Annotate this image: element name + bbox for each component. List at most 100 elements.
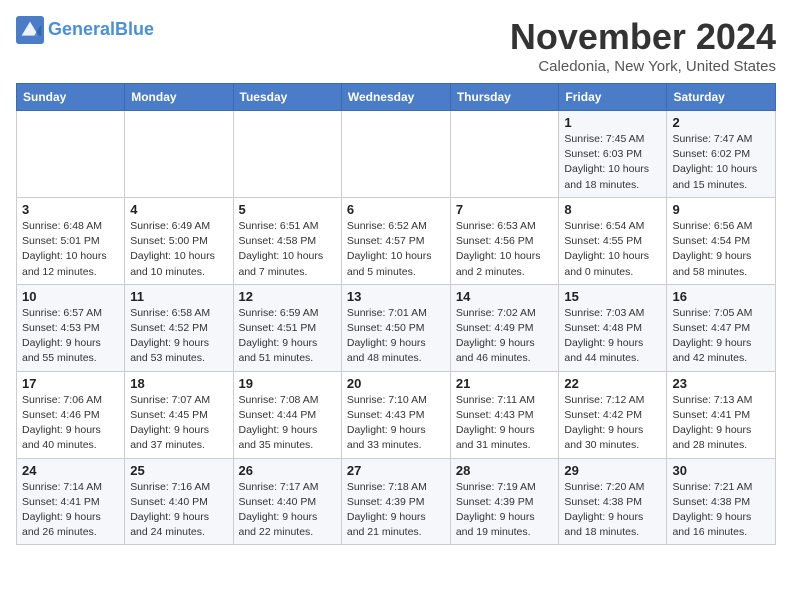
day-info: Sunrise: 6:51 AM Sunset: 4:58 PM Dayligh… bbox=[239, 219, 336, 280]
day-info: Sunrise: 7:13 AM Sunset: 4:41 PM Dayligh… bbox=[672, 393, 770, 454]
calendar-cell bbox=[125, 111, 233, 198]
day-info: Sunrise: 7:02 AM Sunset: 4:49 PM Dayligh… bbox=[456, 306, 554, 367]
day-number: 4 bbox=[130, 202, 227, 217]
day-info: Sunrise: 6:52 AM Sunset: 4:57 PM Dayligh… bbox=[347, 219, 445, 280]
calendar-cell: 25 Sunrise: 7:16 AM Sunset: 4:40 PM Dayli… bbox=[125, 458, 233, 545]
day-number: 1 bbox=[564, 115, 661, 130]
day-info: Sunrise: 7:20 AM Sunset: 4:38 PM Dayligh… bbox=[564, 480, 661, 541]
day-info: Sunrise: 7:05 AM Sunset: 4:47 PM Dayligh… bbox=[672, 306, 770, 367]
calendar-cell: 4 Sunrise: 6:49 AM Sunset: 5:00 PM Daylig… bbox=[125, 197, 233, 284]
calendar-week-row: 1 Sunrise: 7:45 AM Sunset: 6:03 PM Daylig… bbox=[17, 111, 776, 198]
day-number: 3 bbox=[22, 202, 119, 217]
calendar-header: SundayMondayTuesdayWednesdayThursdayFrid… bbox=[17, 84, 776, 111]
calendar-cell: 5Sunrise: 6:51 AM Sunset: 4:58 PM Daylig… bbox=[233, 197, 341, 284]
logo-icon bbox=[16, 16, 44, 44]
weekday-header-row: SundayMondayTuesdayWednesdayThursdayFrid… bbox=[17, 84, 776, 111]
day-number: 23 bbox=[672, 376, 770, 391]
weekday-header-friday: Friday bbox=[559, 84, 667, 111]
day-number: 13 bbox=[347, 289, 445, 304]
calendar-cell: 6 Sunrise: 6:52 AM Sunset: 4:57 PM Daylig… bbox=[341, 197, 450, 284]
day-number: 21 bbox=[456, 376, 554, 391]
calendar-cell: 1 Sunrise: 7:45 AM Sunset: 6:03 PM Daylig… bbox=[559, 111, 667, 198]
day-info: Sunrise: 7:07 AM Sunset: 4:45 PM Dayligh… bbox=[130, 393, 227, 454]
day-number: 27 bbox=[347, 463, 445, 478]
calendar-table: SundayMondayTuesdayWednesdayThursdayFrid… bbox=[16, 83, 776, 545]
day-number: 16 bbox=[672, 289, 770, 304]
day-info: Sunrise: 7:47 AM Sunset: 6:02 PM Dayligh… bbox=[672, 132, 770, 193]
day-info: Sunrise: 6:56 AM Sunset: 4:54 PM Dayligh… bbox=[672, 219, 770, 280]
day-info: Sunrise: 6:58 AM Sunset: 4:52 PM Dayligh… bbox=[130, 306, 227, 367]
weekday-header-sunday: Sunday bbox=[17, 84, 125, 111]
calendar-cell bbox=[17, 111, 125, 198]
calendar-cell bbox=[233, 111, 341, 198]
day-number: 30 bbox=[672, 463, 770, 478]
calendar-cell bbox=[450, 111, 559, 198]
day-info: Sunrise: 7:01 AM Sunset: 4:50 PM Dayligh… bbox=[347, 306, 445, 367]
day-number: 25 bbox=[130, 463, 227, 478]
calendar-cell: 9 Sunrise: 6:56 AM Sunset: 4:54 PM Daylig… bbox=[667, 197, 776, 284]
day-info: Sunrise: 7:08 AM Sunset: 4:44 PM Dayligh… bbox=[239, 393, 336, 454]
day-info: Sunrise: 7:19 AM Sunset: 4:39 PM Dayligh… bbox=[456, 480, 554, 541]
calendar-cell: 11 Sunrise: 6:58 AM Sunset: 4:52 PM Dayli… bbox=[125, 284, 233, 371]
day-info: Sunrise: 7:06 AM Sunset: 4:46 PM Dayligh… bbox=[22, 393, 119, 454]
calendar-cell: 8Sunrise: 6:54 AM Sunset: 4:55 PM Daylig… bbox=[559, 197, 667, 284]
calendar-cell: 15 Sunrise: 7:03 AM Sunset: 4:48 PM Dayli… bbox=[559, 284, 667, 371]
day-number: 20 bbox=[347, 376, 445, 391]
calendar-cell: 2 Sunrise: 7:47 AM Sunset: 6:02 PM Daylig… bbox=[667, 111, 776, 198]
calendar-cell: 23 Sunrise: 7:13 AM Sunset: 4:41 PM Dayli… bbox=[667, 371, 776, 458]
day-info: Sunrise: 7:17 AM Sunset: 4:40 PM Dayligh… bbox=[239, 480, 336, 541]
month-title: November 2024 bbox=[510, 16, 776, 58]
calendar-week-row: 24Sunrise: 7:14 AM Sunset: 4:41 PM Dayli… bbox=[17, 458, 776, 545]
day-info: Sunrise: 7:03 AM Sunset: 4:48 PM Dayligh… bbox=[564, 306, 661, 367]
day-number: 15 bbox=[564, 289, 661, 304]
weekday-header-wednesday: Wednesday bbox=[341, 84, 450, 111]
calendar-cell: 21Sunrise: 7:11 AM Sunset: 4:43 PM Dayli… bbox=[450, 371, 559, 458]
day-info: Sunrise: 7:21 AM Sunset: 4:38 PM Dayligh… bbox=[672, 480, 770, 541]
weekday-header-tuesday: Tuesday bbox=[233, 84, 341, 111]
calendar-cell: 27 Sunrise: 7:18 AM Sunset: 4:39 PM Dayli… bbox=[341, 458, 450, 545]
day-info: Sunrise: 6:53 AM Sunset: 4:56 PM Dayligh… bbox=[456, 219, 554, 280]
day-info: Sunrise: 6:49 AM Sunset: 5:00 PM Dayligh… bbox=[130, 219, 227, 280]
calendar-cell: 24Sunrise: 7:14 AM Sunset: 4:41 PM Dayli… bbox=[17, 458, 125, 545]
calendar-cell: 13 Sunrise: 7:01 AM Sunset: 4:50 PM Dayli… bbox=[341, 284, 450, 371]
calendar-cell: 16 Sunrise: 7:05 AM Sunset: 4:47 PM Dayli… bbox=[667, 284, 776, 371]
day-number: 7 bbox=[456, 202, 554, 217]
logo-line2: Blue bbox=[115, 19, 154, 39]
day-number: 28 bbox=[456, 463, 554, 478]
day-number: 10 bbox=[22, 289, 119, 304]
day-number: 9 bbox=[672, 202, 770, 217]
day-number: 11 bbox=[130, 289, 227, 304]
day-number: 14 bbox=[456, 289, 554, 304]
location-subtitle: Caledonia, New York, United States bbox=[510, 58, 776, 75]
day-info: Sunrise: 7:10 AM Sunset: 4:43 PM Dayligh… bbox=[347, 393, 445, 454]
day-info: Sunrise: 6:48 AM Sunset: 5:01 PM Dayligh… bbox=[22, 219, 119, 280]
calendar-cell: 22 Sunrise: 7:12 AM Sunset: 4:42 PM Dayli… bbox=[559, 371, 667, 458]
day-info: Sunrise: 7:16 AM Sunset: 4:40 PM Dayligh… bbox=[130, 480, 227, 541]
calendar-body: 1 Sunrise: 7:45 AM Sunset: 6:03 PM Daylig… bbox=[17, 111, 776, 545]
day-number: 12 bbox=[239, 289, 336, 304]
day-info: Sunrise: 7:12 AM Sunset: 4:42 PM Dayligh… bbox=[564, 393, 661, 454]
day-number: 6 bbox=[347, 202, 445, 217]
weekday-header-monday: Monday bbox=[125, 84, 233, 111]
logo-text: GeneralBlue bbox=[48, 20, 154, 40]
day-info: Sunrise: 7:45 AM Sunset: 6:03 PM Dayligh… bbox=[564, 132, 661, 193]
calendar-cell: 20 Sunrise: 7:10 AM Sunset: 4:43 PM Dayli… bbox=[341, 371, 450, 458]
weekday-header-thursday: Thursday bbox=[450, 84, 559, 111]
logo-line1: General bbox=[48, 19, 115, 39]
calendar-cell: 10Sunrise: 6:57 AM Sunset: 4:53 PM Dayli… bbox=[17, 284, 125, 371]
day-info: Sunrise: 7:18 AM Sunset: 4:39 PM Dayligh… bbox=[347, 480, 445, 541]
calendar-cell: 7 Sunrise: 6:53 AM Sunset: 4:56 PM Daylig… bbox=[450, 197, 559, 284]
calendar-cell: 29Sunrise: 7:20 AM Sunset: 4:38 PM Dayli… bbox=[559, 458, 667, 545]
day-info: Sunrise: 6:54 AM Sunset: 4:55 PM Dayligh… bbox=[564, 219, 661, 280]
calendar-cell: 26 Sunrise: 7:17 AM Sunset: 4:40 PM Dayli… bbox=[233, 458, 341, 545]
calendar-cell: 28 Sunrise: 7:19 AM Sunset: 4:39 PM Dayli… bbox=[450, 458, 559, 545]
day-number: 19 bbox=[239, 376, 336, 391]
calendar-cell: 30 Sunrise: 7:21 AM Sunset: 4:38 PM Dayli… bbox=[667, 458, 776, 545]
calendar-week-row: 3 Sunrise: 6:48 AM Sunset: 5:01 PM Daylig… bbox=[17, 197, 776, 284]
day-number: 26 bbox=[239, 463, 336, 478]
day-number: 17 bbox=[22, 376, 119, 391]
calendar-cell: 12Sunrise: 6:59 AM Sunset: 4:51 PM Dayli… bbox=[233, 284, 341, 371]
title-section: November 2024 Caledonia, New York, Unite… bbox=[510, 16, 776, 75]
day-number: 2 bbox=[672, 115, 770, 130]
day-number: 22 bbox=[564, 376, 661, 391]
